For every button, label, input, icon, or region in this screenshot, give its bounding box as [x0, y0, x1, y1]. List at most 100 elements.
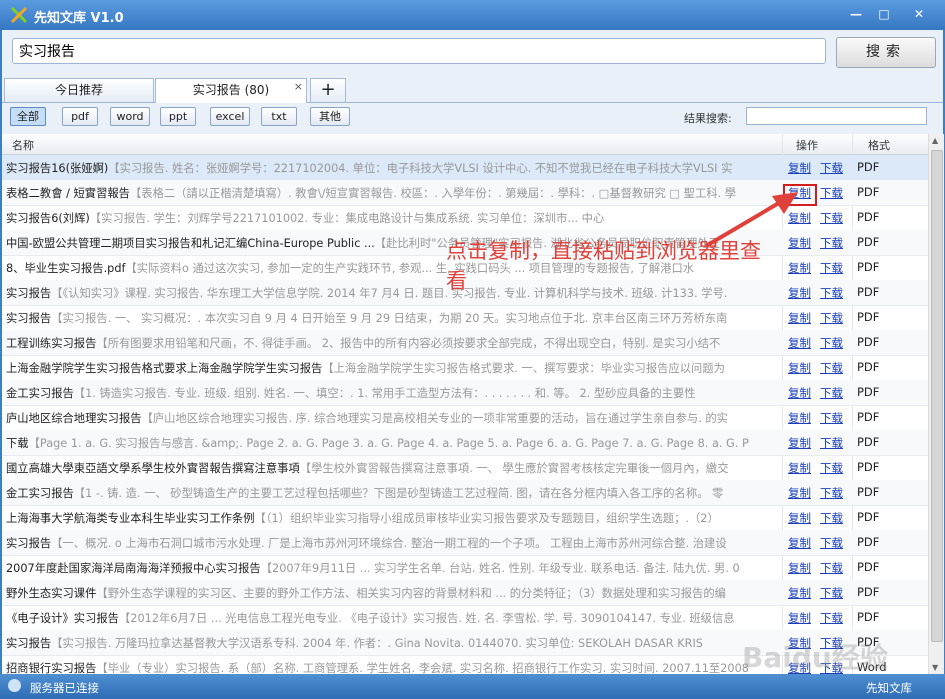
watermark-text: Baidu经验 [742, 641, 888, 674]
copy-link[interactable]: 复制 [788, 160, 811, 176]
add-tab-button[interactable]: + [310, 78, 346, 102]
filter-bar: 全部 pdf word ppt excel txt 其他 结果搜索: [2, 106, 943, 128]
row-snippet: 【（1）组织毕业实习指导小组成员审核毕业实习报告要求及专题题目，组织学生选题；.… [254, 512, 719, 525]
table-row[interactable]: 《电子设计》实习报告【2012年6月7日 ... 光电信息工程光电专业. 《电子… [2, 605, 928, 631]
download-link[interactable]: 下载 [820, 410, 843, 426]
download-link[interactable]: 下载 [820, 510, 843, 526]
close-button[interactable]: ✕ [902, 4, 936, 24]
copy-link[interactable]: 复制 [788, 360, 811, 376]
vertical-scrollbar[interactable]: ▲ ▼ [928, 134, 944, 674]
download-link[interactable]: 下载 [820, 360, 843, 376]
tab-close-icon[interactable]: × [294, 75, 303, 98]
download-link[interactable]: 下载 [820, 285, 843, 301]
row-name-cell: 实习报告16(张娅婀)【实习报告. 姓名：张娅婀学号：2217102004. 单… [6, 160, 774, 176]
copy-link[interactable]: 复制 [788, 585, 811, 601]
copy-link[interactable]: 复制 [788, 510, 811, 526]
table-row[interactable]: 2007年度赴国家海洋局南海海洋预报中心实习报告【2007年9月11日 ... … [2, 555, 928, 581]
table-row[interactable]: 实习报告16(张娅婀)【实习报告. 姓名：张娅婀学号：2217102004. 单… [2, 155, 928, 181]
download-link[interactable]: 下载 [820, 610, 843, 626]
tab-label: 今日推荐 [54, 83, 103, 97]
row-format: PDF [857, 360, 880, 374]
row-snippet: 【实习报告. 万隆玛拉拿达基督教大学汉语系专科. 2004 年. 作者：. Gi… [51, 637, 703, 650]
scroll-down-icon[interactable]: ▼ [932, 663, 938, 672]
row-name-cell: 金工实习报告【1 -. 铸. 造. 一、 砂型铸造生产的主要工艺过程包括哪些？下… [6, 485, 774, 501]
download-link[interactable]: 下载 [820, 585, 843, 601]
filter-ppt-button[interactable]: ppt [160, 107, 196, 126]
download-link[interactable]: 下载 [820, 185, 843, 201]
tab-today-recommend[interactable]: 今日推荐 [4, 78, 154, 102]
row-title: 庐山地区综合地理实习报告 [6, 412, 142, 425]
tab-search-results[interactable]: 实习报告 (80) × [155, 78, 307, 103]
download-link[interactable]: 下载 [820, 535, 843, 551]
search-input[interactable]: 实习报告 [12, 38, 826, 64]
table-row[interactable]: 实习报告【一、概况. o 上海市石洞口城市污水处理. 厂是上海市苏州河环境综合.… [2, 530, 928, 556]
copy-link[interactable]: 复制 [788, 560, 811, 576]
row-snippet: 【实习报告. 学生：刘辉学号2217101002. 专业：集成电路设计与集成系统… [89, 212, 605, 225]
connection-status-icon [8, 679, 21, 692]
copy-link[interactable]: 复制 [788, 335, 811, 351]
download-link[interactable]: 下载 [820, 260, 843, 276]
copy-link[interactable]: 复制 [788, 460, 811, 476]
row-name-cell: 庐山地区综合地理实习报告【庐山地区综合地理实习报告. 序. 综合地理实习是高校相… [6, 410, 774, 426]
table-row[interactable]: 野外生态实习课件【野外生态学课程的实习区、主要的野外工作方法、相关实习内容的背景… [2, 580, 928, 606]
table-row[interactable]: 金工实习报告【1. 铸造实习报告. 专业. 班级. 组别. 姓名. 一、填空：.… [2, 380, 928, 406]
table-row[interactable]: 实习报告【实习报告. 一、 实习概况：. 本次实习自 9 月 4 日开始至 9 … [2, 305, 928, 331]
row-title: 工程训练实习报告 [6, 337, 97, 350]
table-row[interactable]: 工程训练实习报告【所有图要求用铅笔和尺画，不. 得徒手画。 2、报告中的所有内容… [2, 330, 928, 356]
scrollbar-thumb[interactable] [931, 150, 943, 642]
table-header: 名称 操作 格式 [2, 134, 928, 155]
copy-link[interactable]: 复制 [788, 610, 811, 626]
filter-all-button[interactable]: 全部 [10, 107, 46, 126]
row-format: PDF [857, 410, 880, 424]
table-row[interactable]: 金工实习报告【1 -. 铸. 造. 一、 砂型铸造生产的主要工艺过程包括哪些？下… [2, 480, 928, 506]
download-link[interactable]: 下载 [820, 435, 843, 451]
filter-pdf-button[interactable]: pdf [62, 107, 98, 126]
filter-txt-button[interactable]: txt [261, 107, 297, 126]
row-snippet: 【2007年9月11日 ... 实习学生名单. 台站. 姓名. 性别. 年级专业… [260, 562, 740, 575]
download-link[interactable]: 下载 [820, 485, 843, 501]
table-row[interactable]: 國立高雄大學東亞語文學系學生校外實習報告撰寫注意事項【學生校外實習報告撰寫注意事… [2, 455, 928, 481]
download-link[interactable]: 下载 [820, 460, 843, 476]
download-link[interactable]: 下载 [820, 335, 843, 351]
table-row[interactable]: 庐山地区综合地理实习报告【庐山地区综合地理实习报告. 序. 综合地理实习是高校相… [2, 405, 928, 431]
download-link[interactable]: 下载 [820, 235, 843, 251]
download-link[interactable]: 下载 [820, 210, 843, 226]
copy-link[interactable]: 复制 [788, 535, 811, 551]
row-title: 2007年度赴国家海洋局南海海洋预报中心实习报告 [6, 562, 261, 575]
result-search-input[interactable] [746, 107, 927, 125]
maximize-button[interactable]: □ [872, 4, 896, 24]
search-button[interactable]: 搜索 [836, 37, 936, 68]
column-header-format[interactable]: 格式 [868, 137, 890, 153]
table-row[interactable]: 上海海事大学航海类专业本科生毕业实习工作条例【（1）组织毕业实习指导小组成员审核… [2, 505, 928, 531]
row-format: PDF [857, 235, 880, 249]
row-title: 上海金融学院学生实习报告格式要求上海金融学院学生实习报告 [6, 362, 323, 375]
copy-link[interactable]: 复制 [788, 285, 811, 301]
column-header-action[interactable]: 操作 [796, 137, 818, 153]
minimize-button[interactable]: — [844, 4, 868, 24]
copy-link[interactable]: 复制 [788, 435, 811, 451]
download-link[interactable]: 下载 [820, 310, 843, 326]
download-link[interactable]: 下载 [820, 560, 843, 576]
copy-link[interactable]: 复制 [788, 260, 811, 276]
table-row[interactable]: 上海金融学院学生实习报告格式要求上海金融学院学生实习报告【上海金融学院学生实习报… [2, 355, 928, 381]
download-link[interactable]: 下载 [820, 160, 843, 176]
copy-link[interactable]: 复制 [788, 310, 811, 326]
row-snippet: 【实习报告. 一、 实习概况：. 本次实习自 9 月 4 日开始至 9 月 29… [51, 312, 728, 325]
row-name-cell: 工程训练实习报告【所有图要求用铅笔和尺画，不. 得徒手画。 2、报告中的所有内容… [6, 335, 774, 351]
copy-link[interactable]: 复制 [788, 410, 811, 426]
filter-word-button[interactable]: word [110, 107, 150, 126]
copy-link[interactable]: 复制 [788, 385, 811, 401]
tab-bar: 今日推荐 实习报告 (80) × + [2, 76, 943, 103]
download-link[interactable]: 下载 [820, 385, 843, 401]
scroll-up-icon[interactable]: ▲ [932, 136, 938, 145]
row-name-cell: 金工实习报告【1. 铸造实习报告. 专业. 班级. 组别. 姓名. 一、填空：.… [6, 385, 774, 401]
filter-other-button[interactable]: 其他 [310, 107, 350, 126]
row-snippet: 【2012年6月7日 ... 光电信息工程光电专业. 《电子设计》实习报告. 姓… [118, 612, 735, 625]
column-header-name[interactable]: 名称 [12, 137, 34, 153]
row-title: 实习报告 [6, 537, 52, 550]
filter-excel-button[interactable]: excel [210, 107, 250, 126]
row-name-cell: 野外生态实习课件【野外生态学课程的实习区、主要的野外工作方法、相关实习内容的背景… [6, 585, 774, 601]
copy-link[interactable]: 复制 [788, 485, 811, 501]
row-title: 國立高雄大學東亞語文學系學生校外實習報告撰寫注意事項 [6, 462, 300, 475]
table-row[interactable]: 下载【Page 1. a. G. 实习报告与感言. &amp;. Page 2.… [2, 430, 928, 456]
